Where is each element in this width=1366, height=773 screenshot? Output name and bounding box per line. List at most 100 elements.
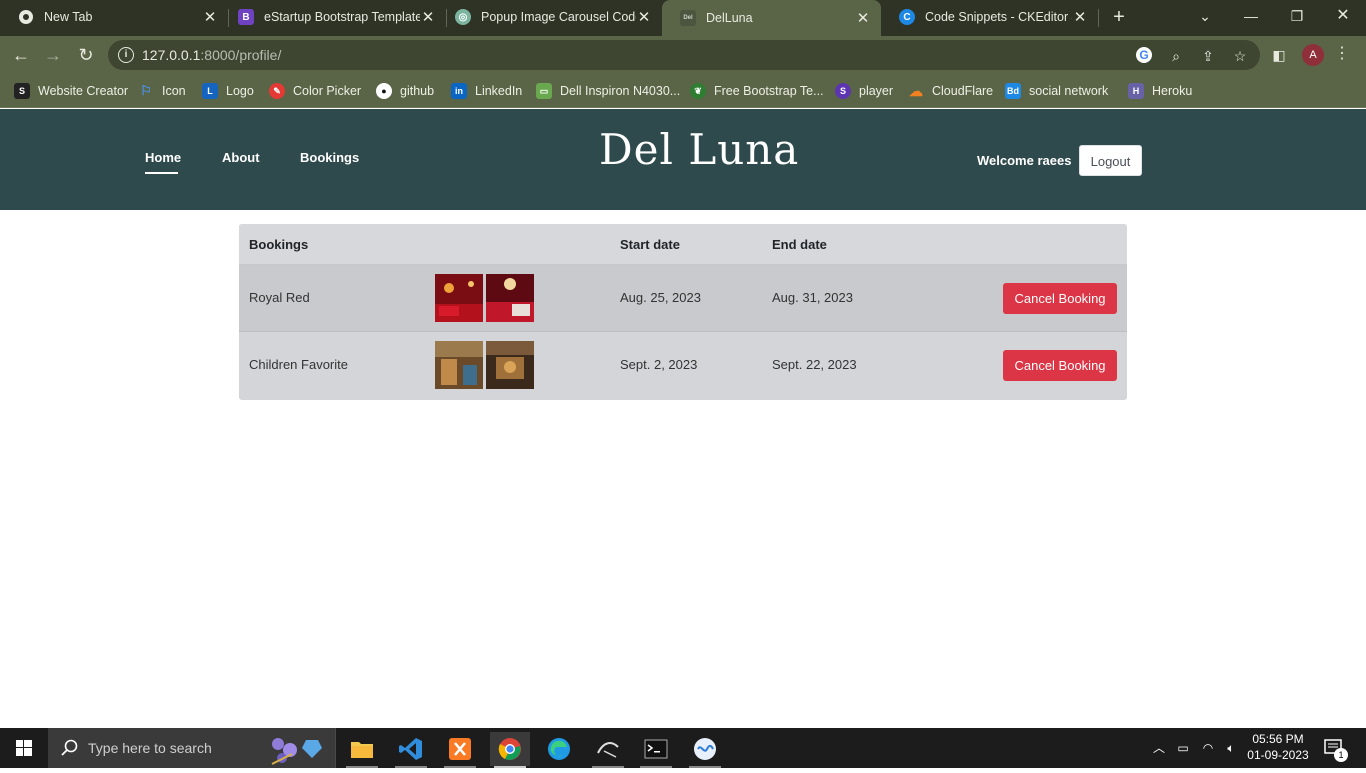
close-icon[interactable]: ✕ <box>855 10 871 27</box>
restore-icon[interactable]: ❐ <box>1282 4 1312 28</box>
bookmark-dell[interactable]: ▭ Dell Inspiron N4030... <box>536 82 680 100</box>
bookmark-player[interactable]: Splayer <box>835 82 893 100</box>
nav-bookings[interactable]: Bookings <box>300 150 359 165</box>
kali-terminal-icon[interactable] <box>588 732 628 768</box>
search-icon <box>61 739 78 756</box>
bookmark-label: CloudFlare <box>932 84 994 98</box>
close-icon[interactable]: ✕ <box>1072 9 1088 26</box>
zoom-icon[interactable]: ⌕ <box>1167 47 1185 65</box>
bookmark-cloudflare[interactable]: ☁ CloudFlare <box>908 82 993 100</box>
battery-icon[interactable]: ▭ <box>1174 728 1192 768</box>
menu-icon[interactable]: ⋮ <box>1334 43 1350 65</box>
xampp-icon[interactable] <box>440 732 480 768</box>
close-icon[interactable]: ✕ <box>636 9 652 26</box>
bookmark-label: social network <box>1029 84 1109 98</box>
side-panel-icon[interactable]: ◧ <box>1270 46 1288 64</box>
bookmark-free-bootstrap[interactable]: ❦ Free Bootstrap Te... <box>690 82 824 100</box>
table-row: Children Favorite Sept. 2, 2023 Sept. 22… <box>239 332 1127 399</box>
search-placeholder: Type here to search <box>88 740 212 756</box>
chevron-up-icon[interactable]: ︿ <box>1150 728 1168 768</box>
google-lens-icon[interactable]: G <box>1136 47 1152 63</box>
bd-icon: Bd <box>1005 83 1021 99</box>
bookmark-label: Free Bootstrap Te... <box>714 84 824 98</box>
welcome-text: Welcome raees <box>977 153 1072 168</box>
bookings-table: Bookings Start date End date Royal Red A… <box>239 224 1127 400</box>
site-header: Home About Bookings Del Luna Welcome rae… <box>0 109 1366 210</box>
notification-center-icon[interactable]: 1 <box>1322 728 1352 768</box>
windows-start-icon[interactable] <box>0 728 48 768</box>
logo-icon: L <box>202 83 218 99</box>
logout-button[interactable]: Logout <box>1079 145 1142 176</box>
address-bar[interactable]: i 127.0.0.1:8000/profile/ G ⌕ ⇪ ☆ <box>108 40 1260 70</box>
share-icon[interactable]: ⇪ <box>1199 47 1217 65</box>
window-close-icon[interactable]: ✕ <box>1328 4 1358 28</box>
room-thumbnail[interactable] <box>486 341 534 389</box>
minimize-icon[interactable]: — <box>1236 4 1266 28</box>
app-sync-icon[interactable] <box>685 732 725 768</box>
bookmark-icon-link[interactable]: ⚐ Icon <box>138 82 185 100</box>
close-icon[interactable]: ✕ <box>420 9 436 26</box>
bookmark-label: Heroku <box>1152 84 1193 98</box>
back-icon[interactable]: ← <box>10 44 32 66</box>
tab-popup-carousel[interactable]: ◎ Popup Image Carousel Code ✕ <box>437 0 662 34</box>
taskbar-search[interactable]: Type here to search <box>48 728 336 768</box>
tab-ckeditor[interactable]: C Code Snippets - CKEditor 4 D ✕ <box>881 0 1098 34</box>
bookmark-website-creator[interactable]: S Website Creator <box>14 82 128 100</box>
edge-icon[interactable] <box>539 732 579 766</box>
tab-estartup[interactable]: B eStartup Bootstrap Template ✕ <box>220 0 446 34</box>
cancel-booking-button[interactable]: Cancel Booking <box>1003 350 1117 381</box>
wifi-icon[interactable]: ◠ <box>1198 728 1218 768</box>
taskbar-clock[interactable]: 05:56 PM 01-09-2023 <box>1238 731 1318 763</box>
tab-new-tab[interactable]: New Tab ✕ <box>0 0 228 34</box>
profile-avatar[interactable]: A <box>1302 44 1324 66</box>
bookmarks-bar: S Website Creator ⚐ Icon L Logo ✎ Color Pick… <box>0 74 1366 108</box>
tab-search-icon[interactable]: ⌄ <box>1190 4 1220 28</box>
file-explorer-icon[interactable] <box>342 732 382 768</box>
bookmark-github[interactable]: ● github <box>376 82 434 100</box>
column-header-start-date: Start date <box>620 237 680 252</box>
forward-icon[interactable]: → <box>42 44 64 66</box>
new-tab-icon[interactable]: + <box>1108 6 1130 28</box>
flag-icon: ⚐ <box>140 83 152 98</box>
terminal-icon[interactable] <box>636 732 676 768</box>
tab-title: eStartup Bootstrap Template <box>264 10 420 24</box>
tab-delluna[interactable]: Del DelLuna ✕ <box>662 0 881 36</box>
url-text[interactable]: 127.0.0.1:8000/profile/ <box>142 47 281 63</box>
room-thumbnail[interactable] <box>435 274 483 322</box>
bookmark-color-picker[interactable]: ✎ Color Picker <box>269 82 361 100</box>
vscode-icon[interactable] <box>391 732 431 768</box>
bookmark-star-icon[interactable]: ☆ <box>1231 47 1249 65</box>
chrome-taskbar-icon[interactable] <box>490 732 530 768</box>
nav-about[interactable]: About <box>222 150 260 165</box>
room-thumbnail[interactable] <box>435 341 483 389</box>
site-brand-logo[interactable]: Del Luna <box>599 125 799 174</box>
cancel-booking-button[interactable]: Cancel Booking <box>1003 283 1117 314</box>
bookmark-heroku[interactable]: H Heroku <box>1128 82 1192 100</box>
clock-date: 01-09-2023 <box>1247 748 1309 762</box>
room-thumbnail[interactable] <box>486 274 534 322</box>
tab-title: DelLuna <box>706 11 753 25</box>
heroku-icon: H <box>1128 83 1144 99</box>
bookmark-label: LinkedIn <box>475 84 523 98</box>
column-header-end-date: End date <box>772 237 827 252</box>
bookmark-social-network[interactable]: Bd social network <box>1005 82 1108 100</box>
booking-name: Children Favorite <box>249 357 348 372</box>
booking-start-date: Aug. 25, 2023 <box>620 290 701 305</box>
table-row: Royal Red Aug. 25, 2023 Aug. 31, 2023 Ca… <box>239 265 1127 332</box>
linkedin-icon: in <box>451 83 467 99</box>
bookmark-label: Color Picker <box>293 84 362 98</box>
bookmark-linkedin[interactable]: in LinkedIn <box>451 82 522 100</box>
close-icon[interactable]: ✕ <box>202 9 218 26</box>
image-icon: ▭ <box>536 83 552 99</box>
color-picker-icon: ✎ <box>269 83 285 99</box>
windows-taskbar: Type here to search ︿ ▭ ◠ 🔈︎ 05:56 PM 01… <box>0 728 1366 768</box>
nav-home[interactable]: Home <box>145 150 181 165</box>
booking-end-date: Aug. 31, 2023 <box>772 290 853 305</box>
tab-title: Code Snippets - CKEditor 4 D <box>925 10 1072 24</box>
bookmark-label: github <box>400 84 435 98</box>
table-header: Bookings Start date End date <box>239 224 1127 265</box>
bookmark-logo[interactable]: L Logo <box>202 82 254 100</box>
site-info-icon[interactable]: i <box>118 47 134 63</box>
player-icon: S <box>835 83 851 99</box>
reload-icon[interactable]: ↻ <box>75 44 97 66</box>
